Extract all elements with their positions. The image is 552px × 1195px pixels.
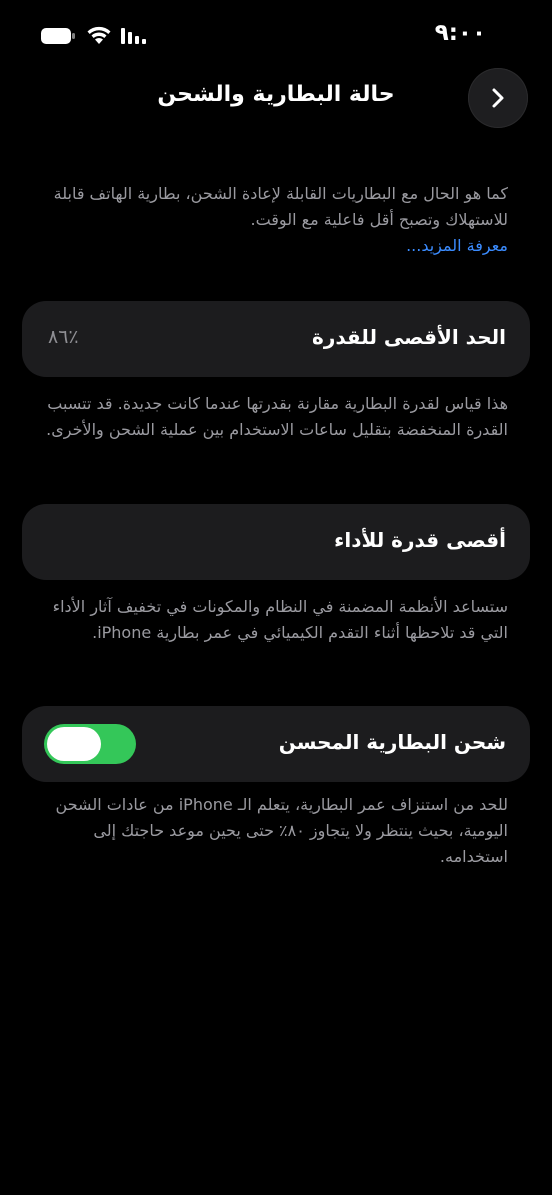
wifi-icon (87, 26, 111, 44)
status-time: ٩:٠٠ (434, 20, 486, 46)
maximum-capacity-value: ٪٨٦ (48, 326, 79, 348)
optimized-charging-label: شحن البطارية المحسن (278, 730, 506, 754)
optimized-charging-description: للحد من استنزاف عمر البطارية، يتعلم الـ … (55, 795, 508, 866)
navigation-bar: حالة البطارية والشحن (0, 60, 552, 136)
optimized-charging-toggle[interactable] (44, 724, 136, 764)
intro-section: كما هو الحال مع البطاريات القابلة لإعادة… (44, 181, 508, 259)
optimized-charging-row: شحن البطارية المحسن (22, 706, 530, 782)
maximum-capacity-label: الحد الأقصى للقدرة (312, 325, 506, 349)
peak-performance-label: أقصى قدرة للأداء (334, 528, 506, 552)
cellular-signal-icon (121, 28, 146, 44)
peak-performance-row: أقصى قدرة للأداء (22, 504, 530, 580)
battery-icon (41, 28, 75, 44)
learn-more-link[interactable]: معرفة المزيد... (44, 233, 508, 259)
maximum-capacity-description: هذا قياس لقدرة البطارية مقارنة بقدرتها ع… (46, 394, 508, 439)
back-button[interactable] (468, 68, 528, 128)
maximum-capacity-row: الحد الأقصى للقدرة ٪٨٦ (22, 301, 530, 377)
toggle-knob (47, 727, 101, 761)
peak-performance-description: ستساعد الأنظمة المضمنة في النظام والمكون… (52, 597, 508, 642)
intro-text: كما هو الحال مع البطاريات القابلة لإعادة… (53, 184, 508, 229)
chevron-right-icon (492, 88, 504, 108)
